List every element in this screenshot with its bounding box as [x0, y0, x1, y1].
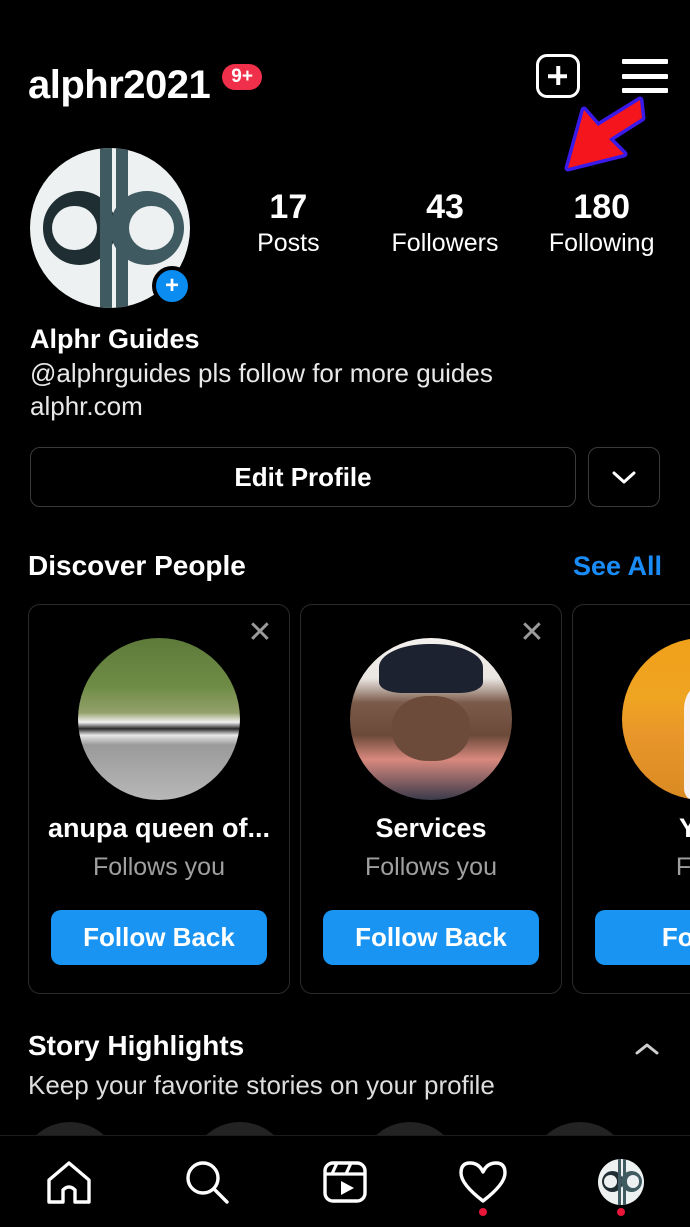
home-icon [47, 1160, 91, 1204]
story-highlights-header: Story Highlights Keep your favorite stor… [28, 1030, 662, 1101]
stat-value: 17 [269, 188, 308, 226]
story-highlights-section: Story Highlights Keep your favorite stor… [28, 1030, 662, 1101]
add-story-plus-icon[interactable]: + [152, 266, 192, 306]
header-actions [536, 54, 668, 98]
nav-home[interactable] [29, 1152, 109, 1212]
nav-search[interactable] [167, 1152, 247, 1212]
card-subtitle: Follows you [93, 853, 225, 881]
search-icon [186, 1160, 229, 1204]
notification-badge: 9+ [222, 64, 262, 90]
card-avatar[interactable] [622, 638, 690, 800]
display-name: Alphr Guides [30, 324, 200, 354]
card-avatar[interactable] [350, 638, 512, 800]
close-icon[interactable]: ✕ [247, 618, 273, 648]
section-title: Discover People [28, 550, 246, 581]
avatar-logo-shape [52, 205, 98, 251]
follow-back-button[interactable]: Follow Back [323, 910, 539, 965]
stat-label: Posts [257, 229, 320, 258]
reels-icon [323, 1160, 367, 1203]
notification-dot [479, 1207, 487, 1216]
card-username: anupa queen of... [47, 813, 270, 843]
hamburger-menu-icon[interactable] [622, 59, 668, 93]
discover-people-header: Discover People See All [28, 550, 662, 582]
page-title[interactable]: alphr2021 [28, 63, 211, 108]
card-subtitle: Follows you [365, 853, 497, 881]
close-icon[interactable]: ✕ [519, 618, 545, 648]
card-username: Services [375, 813, 487, 843]
hamburger-line [622, 59, 668, 64]
avatar-logo-shape [116, 148, 128, 308]
discover-people-carousel[interactable]: ✕ anupa queen of... Follows you Follow B… [28, 604, 690, 994]
bottom-navigation-bar [0, 1135, 690, 1227]
hamburger-line [622, 73, 668, 79]
stat-label: Following [548, 229, 655, 258]
stat-posts[interactable]: 17 Posts [210, 188, 367, 260]
profile-stats: 17 Posts 43 Followers 180 Following [210, 188, 680, 260]
discover-card[interactable]: ✕ Services Follows you Follow Back [300, 604, 562, 994]
nav-reels[interactable] [305, 1152, 385, 1212]
chevron-up-icon[interactable] [632, 1040, 662, 1058]
nav-activity[interactable] [443, 1152, 523, 1216]
profile-avatar-icon [598, 1158, 644, 1205]
hamburger-line [622, 88, 668, 93]
profile-summary: + 17 Posts 43 Followers 180 Following [0, 148, 690, 318]
nav-profile[interactable] [581, 1152, 661, 1216]
stat-value: 43 [426, 188, 464, 226]
edit-profile-button[interactable]: Edit Profile [30, 447, 576, 507]
bio-text: @alphrguides pls follow for more guides [30, 357, 493, 388]
stat-value: 180 [573, 188, 631, 226]
stat-following[interactable]: 180 Following [523, 188, 680, 260]
avatar-logo-shape [618, 1158, 622, 1205]
card-username: Yus [678, 813, 690, 843]
avatar-logo-shape [129, 205, 174, 251]
chevron-down-icon [612, 471, 636, 484]
discover-card[interactable]: ✕ anupa queen of... Follows you Follow B… [28, 604, 290, 994]
profile-actions: Edit Profile [30, 447, 660, 507]
discover-card[interactable]: ✕ Yus Follo Follow [572, 604, 690, 994]
card-avatar[interactable] [78, 638, 240, 800]
avatar-logo-shape [100, 148, 112, 308]
profile-bio: Alphr Guides @alphrguides pls follow for… [30, 322, 650, 424]
website-link[interactable]: alphr.com [30, 390, 650, 424]
card-subtitle: Follo [675, 853, 690, 881]
profile-avatar-wrapper[interactable]: + [30, 148, 192, 308]
stat-label: Followers [391, 229, 499, 258]
profile-dropdown-button[interactable] [588, 447, 660, 507]
instagram-profile-screen: alphr2021 9+ + 17 Posts 43 Followers 180… [0, 0, 690, 1227]
plus-square-icon[interactable] [536, 54, 580, 98]
heart-icon [459, 1160, 507, 1203]
section-subtitle: Keep your favorite stories on your profi… [28, 1070, 495, 1100]
avatar-logo-shape [626, 1175, 640, 1188]
story-highlights-text-group: Story Highlights Keep your favorite stor… [28, 1030, 495, 1101]
avatar-logo-shape [622, 1158, 627, 1205]
see-all-link[interactable]: See All [573, 551, 662, 582]
follow-back-button[interactable]: Follow [595, 910, 690, 965]
section-title: Story Highlights [28, 1030, 245, 1061]
notification-dot [617, 1207, 625, 1216]
stat-followers[interactable]: 43 Followers [367, 188, 524, 260]
follow-back-button[interactable]: Follow Back [51, 910, 267, 965]
